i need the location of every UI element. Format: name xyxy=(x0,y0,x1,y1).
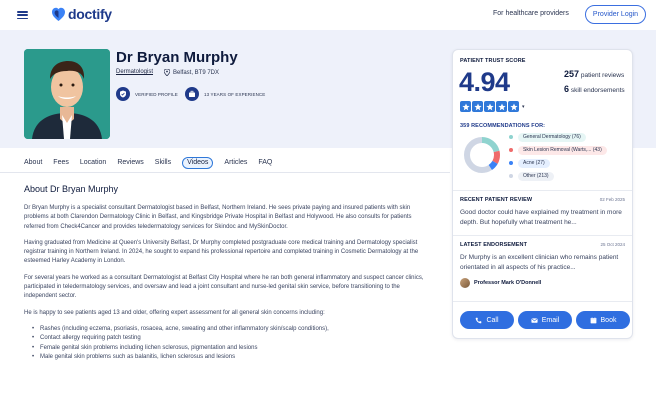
tab-skills[interactable]: Skills xyxy=(155,157,171,169)
recent-review-title: RECENT PATIENT REVIEW xyxy=(460,197,533,203)
reviews-count: 257 xyxy=(564,69,580,79)
experience-label: 13 YEARS OF EXPERIENCE xyxy=(204,91,266,97)
recommendation-item[interactable]: Other (213) xyxy=(509,171,607,181)
about-paragraph: He is happy to see patients aged 13 and … xyxy=(24,309,325,316)
recommendations-title: 359 RECOMMENDATIONS FOR: xyxy=(460,123,546,129)
legend-dot xyxy=(509,161,513,165)
recommendation-item[interactable]: Skin Lesion Removal (Warts,... (43) xyxy=(509,145,607,155)
list-item: Rashes (including eczema, psoriasis, ros… xyxy=(32,325,434,335)
star-icon xyxy=(496,101,507,112)
tab-about[interactable]: About xyxy=(24,157,42,169)
email-button[interactable]: Email xyxy=(518,311,572,329)
list-item: Male genital skin problems such as balan… xyxy=(32,353,434,363)
latest-endorsement-title: LATEST ENDORSEMENT xyxy=(460,242,528,248)
avatar xyxy=(460,278,470,288)
location-text: Belfast, BT9 7DX xyxy=(173,69,220,76)
recommendation-label: Other (213) xyxy=(518,171,554,181)
recent-review-date: 02 Feb 2025 xyxy=(599,197,625,202)
about-heading: About Dr Bryan Murphy xyxy=(24,184,119,194)
recommendation-item[interactable]: Acne (27) xyxy=(509,158,607,168)
recent-review-text[interactable]: Good doctor could have explained my trea… xyxy=(460,208,625,227)
endorser[interactable]: Professor Mark O'Donnell xyxy=(460,278,541,288)
tab-faq[interactable]: FAQ xyxy=(258,157,272,169)
shield-check-icon xyxy=(116,87,130,101)
contact-actions: Call Email Book xyxy=(460,311,630,329)
tab-location[interactable]: Location xyxy=(80,157,106,169)
doctor-portrait-icon xyxy=(24,49,110,139)
hamburger-menu-icon[interactable] xyxy=(17,11,28,19)
card-divider xyxy=(453,301,632,302)
reviews-label: patient reviews xyxy=(580,72,625,79)
mail-icon xyxy=(531,317,538,323)
latest-endorsement-date: 25 Oct 2024 xyxy=(600,242,625,247)
card-divider xyxy=(453,235,632,236)
star-icon xyxy=(472,101,483,112)
call-button[interactable]: Call xyxy=(460,311,514,329)
legend-dot xyxy=(509,174,513,178)
verified-profile-label: VERIFIED PROFILE xyxy=(135,91,178,97)
experience-badge: 13 YEARS OF EXPERIENCE xyxy=(185,87,265,101)
star-icon xyxy=(508,101,519,112)
recommendations-donut-chart xyxy=(464,137,500,173)
trust-score-title: PATIENT TRUST SCORE xyxy=(460,58,526,64)
calendar-icon xyxy=(590,316,596,323)
endorsements-count: 6 xyxy=(564,84,570,94)
tab-fees[interactable]: Fees xyxy=(53,157,69,169)
map-pin-icon xyxy=(164,69,170,76)
reviews-stat[interactable]: 257 patient reviews xyxy=(564,69,624,79)
star-icon xyxy=(484,101,495,112)
about-paragraph: Dr Bryan Murphy is a specialist consulta… xyxy=(24,205,412,230)
recommendation-label: General Dermatology (76) xyxy=(518,132,586,142)
recommendation-item[interactable]: General Dermatology (76) xyxy=(509,132,607,142)
doctor-name: Dr Bryan Murphy xyxy=(116,49,238,66)
star-rating: ▾ xyxy=(460,101,525,112)
location: Belfast, BT9 7DX xyxy=(164,69,219,76)
book-button[interactable]: Book xyxy=(576,311,630,329)
tab-reviews[interactable]: Reviews xyxy=(117,157,143,169)
logo-text: doctify xyxy=(68,6,112,22)
patient-trust-card: PATIENT TRUST SCORE 4.94 ▾ 257 patient r… xyxy=(452,49,633,339)
tabs-divider xyxy=(0,172,450,173)
recommendations-list: General Dermatology (76) Skin Lesion Rem… xyxy=(509,132,607,184)
doctor-photo xyxy=(24,49,110,139)
provider-login-button[interactable]: Provider Login xyxy=(585,5,646,24)
email-label: Email xyxy=(541,316,560,324)
doctify-logo[interactable]: doctify xyxy=(52,6,112,22)
star-icon xyxy=(460,101,471,112)
trust-score-value: 4.94 xyxy=(459,67,510,97)
call-label: Call xyxy=(486,316,499,324)
card-divider xyxy=(453,190,632,191)
verified-profile-badge: VERIFIED PROFILE xyxy=(116,87,178,101)
chevron-down-icon[interactable]: ▾ xyxy=(522,104,525,110)
about-section: About Dr Bryan Murphy Dr Bryan Murphy is… xyxy=(24,184,434,362)
briefcase-icon xyxy=(185,87,199,101)
list-item: Contact allergy requiring patch testing xyxy=(32,334,434,344)
list-item: Female genital skin problems including l… xyxy=(32,344,434,354)
endorser-name: Professor Mark O'Donnell xyxy=(474,280,542,286)
endorsements-stat[interactable]: 6 skill endorsements xyxy=(564,84,625,94)
profile-tabs: About Fees Location Reviews Skills Video… xyxy=(24,157,283,169)
for-healthcare-providers-link[interactable]: For healthcare providers xyxy=(493,10,569,17)
tab-videos[interactable]: Videos xyxy=(182,157,214,169)
recommendation-label: Acne (27) xyxy=(518,158,550,168)
about-paragraph: Having graduated from Medicine at Queen'… xyxy=(24,239,419,265)
top-navigation-bar: doctify For healthcare providers Provide… xyxy=(0,0,656,30)
endorsements-label: skill endorsements xyxy=(570,87,625,94)
legend-dot xyxy=(509,135,513,139)
latest-endorsement-text[interactable]: Dr Murphy is an excellent clinician who … xyxy=(460,253,625,272)
specialty-link[interactable]: Dermatologist xyxy=(116,69,153,75)
tab-articles[interactable]: Articles xyxy=(224,157,247,169)
about-paragraph: For several years he worked as a consult… xyxy=(24,274,424,300)
book-label: Book xyxy=(600,316,617,324)
phone-icon xyxy=(476,317,482,323)
legend-dot xyxy=(509,148,513,152)
recommendation-label: Skin Lesion Removal (Warts,... (43) xyxy=(518,145,607,155)
conditions-list: Rashes (including eczema, psoriasis, ros… xyxy=(24,325,434,362)
doctify-heart-icon xyxy=(52,7,65,21)
